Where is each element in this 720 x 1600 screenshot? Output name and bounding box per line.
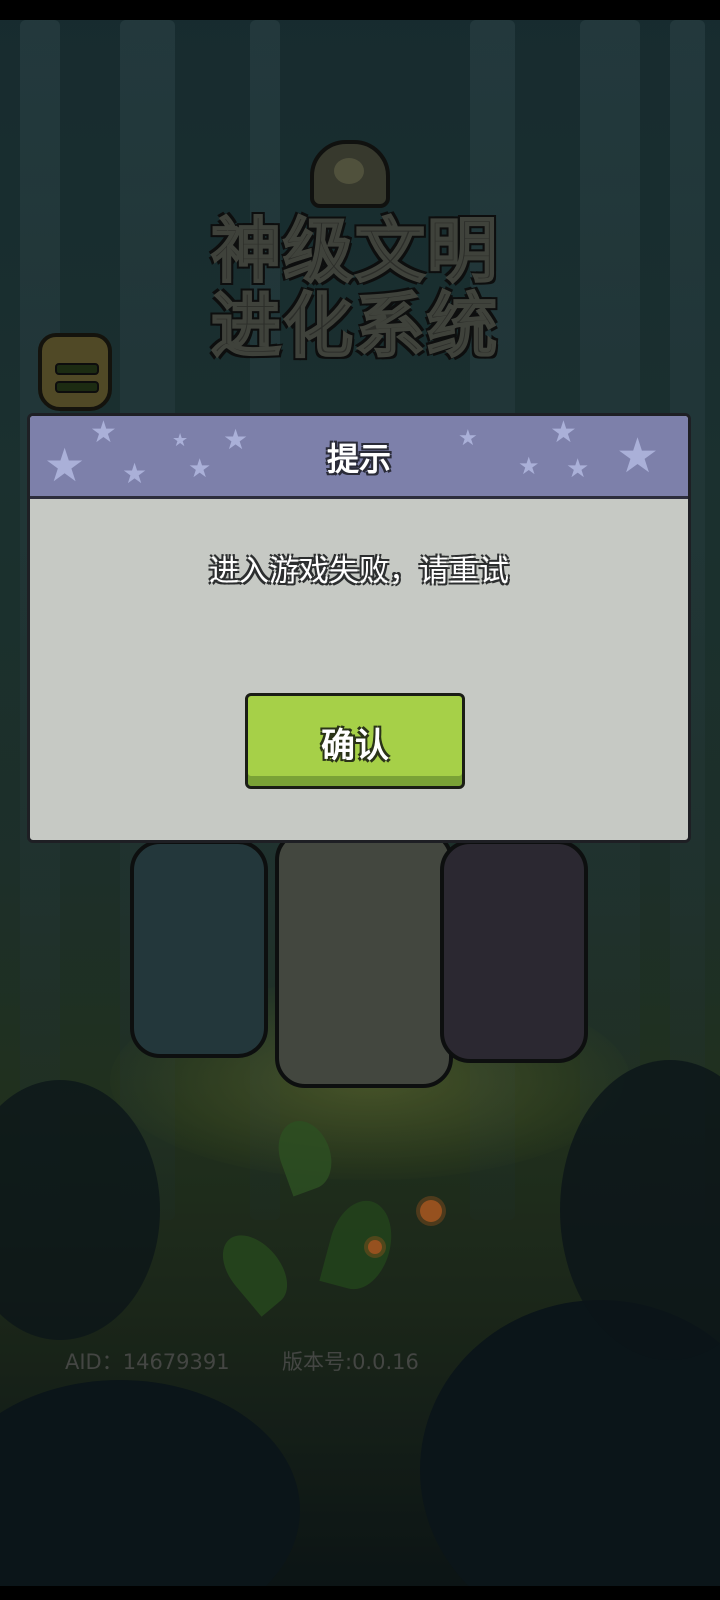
game-screen: 神级文明 进化系统 AID：14679391 版本号:0.0.16 ★ ★ ★ … — [0, 0, 720, 1600]
confirm-button[interactable]: 确认 — [245, 693, 465, 789]
confirm-button-label: 确认 — [321, 726, 389, 766]
dialog-title: 提示 — [326, 440, 391, 478]
dialog-message: 进入游戏失败，请重试 — [209, 554, 509, 589]
alert-dialog: ★ ★ ★ ★ ★ ★ ★ ★ ★ ★ ★ 提示 进入游戏失败，请重试 确认 — [27, 413, 691, 843]
bottom-bar — [0, 1586, 720, 1600]
dialog-header: ★ ★ ★ ★ ★ ★ ★ ★ ★ ★ ★ 提示 — [30, 416, 688, 499]
